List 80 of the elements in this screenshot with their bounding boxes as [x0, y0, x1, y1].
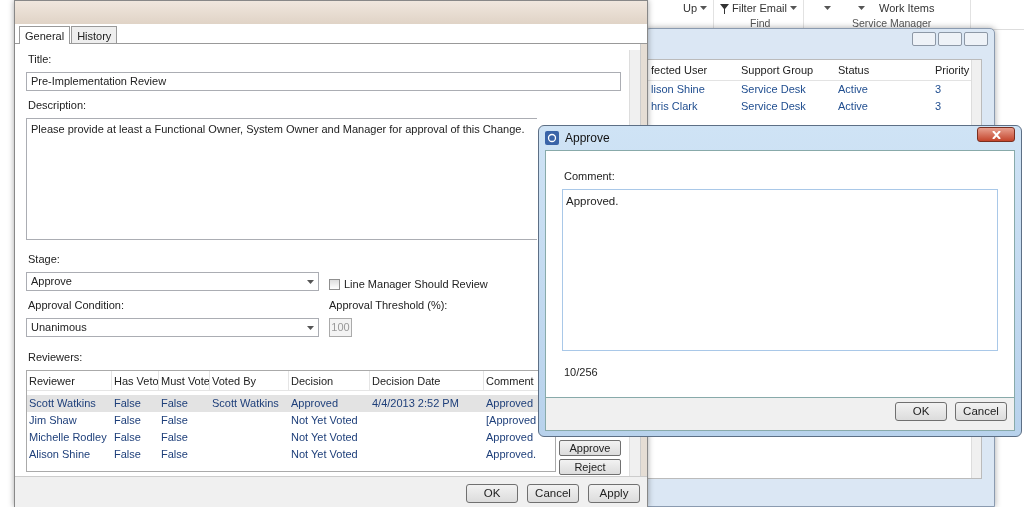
table-cell-text: lison Shine — [650, 82, 706, 97]
table-cell-text: Active — [837, 82, 869, 97]
caret-icon — [824, 6, 831, 10]
table-cell: False — [114, 431, 141, 443]
dropdown[interactable]: Approve — [26, 272, 319, 291]
table-cell: Michelle Rodley — [29, 431, 107, 443]
minimize-button[interactable] — [912, 32, 936, 46]
caret-icon — [307, 279, 314, 284]
caret-icon — [307, 325, 314, 330]
ribbon-button[interactable]: Work Items — [877, 1, 937, 15]
description-field[interactable]: Please provide at least a Functional Owner, System Owner and Manager for approval of this Change. — [26, 118, 537, 240]
column-header[interactable]: Priority — [931, 60, 971, 80]
app-icon — [545, 131, 559, 145]
table-cell: False — [114, 397, 141, 409]
comment-field[interactable]: Approved. — [562, 189, 998, 351]
table-cell: Scott Watkins — [29, 397, 96, 409]
table-cell: Approved — [486, 431, 534, 443]
caret-icon — [858, 6, 865, 10]
table-cell-text: Service Desk — [740, 99, 807, 114]
table-cell: Alison Shine — [29, 448, 91, 460]
table-cell: Approved — [486, 397, 534, 409]
table-cell: 4/4/2013 2:52 PM — [372, 397, 459, 409]
dialog-button[interactable]: Apply — [588, 484, 640, 503]
column-header[interactable]: Must Vote — [159, 371, 210, 390]
close-button[interactable] — [977, 127, 1015, 142]
field-label: Approval Condition: — [28, 299, 125, 312]
column-header[interactable]: Decision — [289, 371, 370, 390]
field-label: Comment: — [564, 170, 616, 183]
column-header[interactable]: Reviewer — [27, 371, 112, 390]
table-cell: False — [161, 448, 188, 460]
table-cell-text: 3 — [934, 99, 943, 114]
ribbon-button[interactable]: Up — [681, 1, 710, 15]
close-icon — [991, 130, 1001, 139]
dialog-button[interactable]: Cancel — [955, 402, 1007, 421]
field-label: Reviewers: — [28, 351, 84, 364]
table-cell: Approved. — [486, 448, 537, 460]
column-header[interactable]: Status — [834, 60, 931, 80]
table-cell: Jim Shaw — [29, 414, 77, 426]
table-cell: [Approved — [486, 414, 537, 426]
field-label: Stage: — [28, 253, 61, 266]
dialog-button[interactable]: Cancel — [527, 484, 579, 503]
table-cell: Not Yet Voted — [291, 414, 358, 426]
filter-icon — [720, 4, 729, 15]
window-title: Approve — [565, 130, 610, 147]
table-cell: Not Yet Voted — [291, 448, 358, 460]
column-header[interactable]: Support Group — [737, 60, 834, 80]
dialog-button[interactable]: OK — [466, 484, 518, 503]
table-cell: False — [161, 431, 188, 443]
field-label: Title: — [28, 53, 53, 66]
ribbon-group-label: Service Manager — [852, 16, 932, 31]
table-cell-text: hris Clark — [650, 99, 699, 114]
ribbon-button[interactable]: Filter Email — [718, 1, 799, 15]
character-counter: 10/256 — [564, 366, 599, 379]
table-cell-text: Active — [837, 99, 869, 114]
column-header[interactable]: Voted By — [210, 371, 289, 390]
title-field[interactable]: Pre-Implementation Review — [26, 72, 621, 91]
table-cell: Approved — [291, 397, 339, 409]
table-cell: False — [161, 414, 188, 426]
checkbox[interactable]: Line Manager Should Review — [329, 276, 488, 293]
column-header[interactable]: fected User — [647, 60, 737, 80]
column-header[interactable]: Has Veto — [112, 371, 159, 390]
dialog-button[interactable]: OK — [895, 402, 947, 421]
dropdown[interactable]: Unanimous — [26, 318, 319, 337]
table-cell: False — [161, 397, 188, 409]
table-cell-text: Service Desk — [740, 82, 807, 97]
table-cell: False — [114, 414, 141, 426]
table-row[interactable]: Alison Shine False False Not Yet Voted Approved. — [27, 446, 555, 463]
field-label: Description: — [28, 99, 88, 112]
ribbon-group-label: Find — [750, 16, 771, 31]
table-cell: Scott Watkins — [212, 397, 279, 409]
table-cell: False — [114, 448, 141, 460]
tab[interactable]: General — [19, 26, 71, 44]
column-header[interactable]: Decision Date — [370, 371, 484, 390]
table-cell: Not Yet Voted — [291, 431, 358, 443]
tab[interactable]: History — [71, 26, 118, 43]
side-button[interactable]: Reject — [559, 459, 621, 475]
field-label: Approval Threshold (%): — [329, 299, 448, 312]
table-cell-text: 3 — [934, 82, 943, 97]
maximize-button[interactable] — [938, 32, 962, 46]
side-button[interactable]: Approve — [559, 440, 621, 456]
